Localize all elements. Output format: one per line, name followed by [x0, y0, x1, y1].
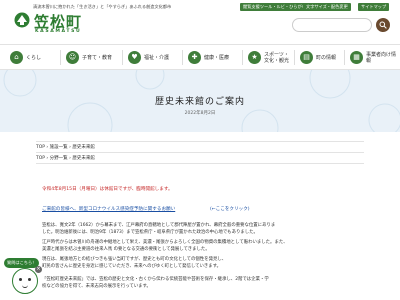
nav-divider — [182, 50, 183, 65]
nav-label: 子育て・教育 — [82, 54, 113, 61]
body-paragraph-line: 現在は、尾張地方との結びつきも強い当町ですが、歴史とも町の文化としての個性を発見… — [42, 257, 227, 262]
health-icon: ✚ — [188, 51, 201, 64]
body-paragraph-line: 町民の皆さんに歴史を身近に感じていただき、未来へのびゆく町として発信していきます… — [42, 264, 222, 269]
breadcrumb-facilities[interactable]: TOP › 施設一覧 › 歴史未来館 — [36, 144, 95, 150]
breadcrumb-categories[interactable]: TOP › 分野一覧 › 歴史未来館 — [36, 155, 95, 161]
nav-item-town-info[interactable]: ▤ 町の情報 — [296, 45, 342, 70]
town-emblem-icon[interactable] — [14, 12, 30, 28]
page-date: 2022年8月2日 — [184, 111, 216, 116]
nav-item-business[interactable]: ▦ 事業者向け情報 — [346, 45, 398, 70]
page-title: 歴史未来館のご案内 — [154, 97, 245, 107]
page-hero: 歴史未来館のご案内 2022年8月2日 — [0, 70, 400, 132]
chatbot-widget[interactable]: 質問はこちら！ × — [4, 258, 46, 296]
site-logo-subtitle: KASAMATSU — [35, 29, 82, 34]
search-icon — [379, 21, 387, 29]
business-icon: ▦ — [350, 51, 363, 64]
nav-label: 健康・医療 — [204, 54, 230, 61]
nav-label: くらし — [26, 54, 42, 61]
nav-item-sports-culture[interactable]: ★ スポーツ・文化・観光 — [244, 45, 292, 70]
divider — [36, 163, 364, 164]
body-paragraph-line: 笠松は、寛文2年（1662）から幕末まで、江戸幕府の直轄地として郡代陣屋が置かれ… — [42, 223, 276, 228]
global-nav: ⌂ くらし ☺ 子育て・教育 ♥ 福祉・介護 ✚ 健康・医療 ★ スポーツ・文化… — [0, 44, 400, 70]
nav-divider — [242, 50, 243, 65]
site-header: 清流木曽川に抱かれた「生き活き」と「やすらぎ」あふれる創造文化都市 笠松町 KA… — [0, 0, 400, 42]
nav-item-health[interactable]: ✚ 健康・医療 — [184, 45, 240, 70]
nav-divider — [344, 50, 345, 65]
info-icon: ▤ — [300, 51, 313, 64]
care-icon: ♥ — [128, 51, 141, 64]
sports-icon: ★ — [248, 51, 261, 64]
nav-divider — [122, 50, 123, 65]
close-icon[interactable]: × — [35, 266, 42, 273]
click-here-note: (←ここをクリック) — [210, 207, 250, 212]
sitemap-link[interactable]: サイトマップ — [358, 3, 390, 11]
nav-label: スポーツ・文化・観光 — [264, 51, 290, 64]
nav-label: 事業者向け情報 — [366, 51, 397, 64]
child-icon: ☺ — [66, 51, 79, 64]
search-button[interactable] — [376, 18, 390, 32]
chatbot-avatar-icon[interactable] — [12, 268, 38, 294]
nav-item-childcare[interactable]: ☺ 子育て・教育 — [62, 45, 120, 70]
home-icon: ⌂ — [10, 51, 23, 64]
body-paragraph-line: した。明治維新後には、明治9年（1873）まで笠松県庁・岐阜県庁が置かれた政治の… — [42, 230, 258, 235]
accessibility-tool-link[interactable]: 閲覧支援ツール・ルビ・ひらがな — [240, 3, 309, 11]
nav-item-living[interactable]: ⌂ くらし — [6, 45, 54, 70]
closure-notice: 令和4年8月15日（月曜日）は休館日ですが、臨時開館します。 — [42, 187, 173, 192]
nav-label: 福祉・介護 — [144, 54, 170, 61]
divider — [36, 152, 364, 153]
chatbot-bubble[interactable]: 質問はこちら！ — [4, 258, 40, 268]
font-size-color-link[interactable]: 文字サイズ・配色変更 — [303, 3, 351, 11]
search-input[interactable] — [292, 18, 372, 32]
nav-label: 町の情報 — [316, 54, 337, 61]
nav-divider — [60, 50, 61, 65]
nav-item-welfare[interactable]: ♥ 福祉・介護 — [124, 45, 180, 70]
covid-notice-link[interactable]: ご来館の皆様へ、新型コロナウイルス感染症予防に関するお願い — [42, 206, 175, 212]
body-paragraph-line: 美濃と尾張を結ぶ主要道の往来人馬 の要となる交通の要衝として発展してきました。 — [42, 247, 210, 252]
body-paragraph-line: 校などの協力を得て、未来志向の展示を行っています。 — [42, 284, 151, 289]
body-paragraph-line: 江戸時代からは木曽川の舟運の中継地として栄え、美濃・尾張からよろしく全国の物資の… — [42, 240, 288, 245]
nav-divider — [294, 50, 295, 65]
site-tagline: 清流木曽川に抱かれた「生き活き」と「やすらぎ」あふれる創造文化都市 — [33, 4, 172, 9]
divider — [36, 141, 364, 142]
body-paragraph-line: 「笠松町歴史未来館」では、笠松の歴史と文化・古くから伝わる伝統芸能や芸術を保存・… — [42, 277, 269, 282]
